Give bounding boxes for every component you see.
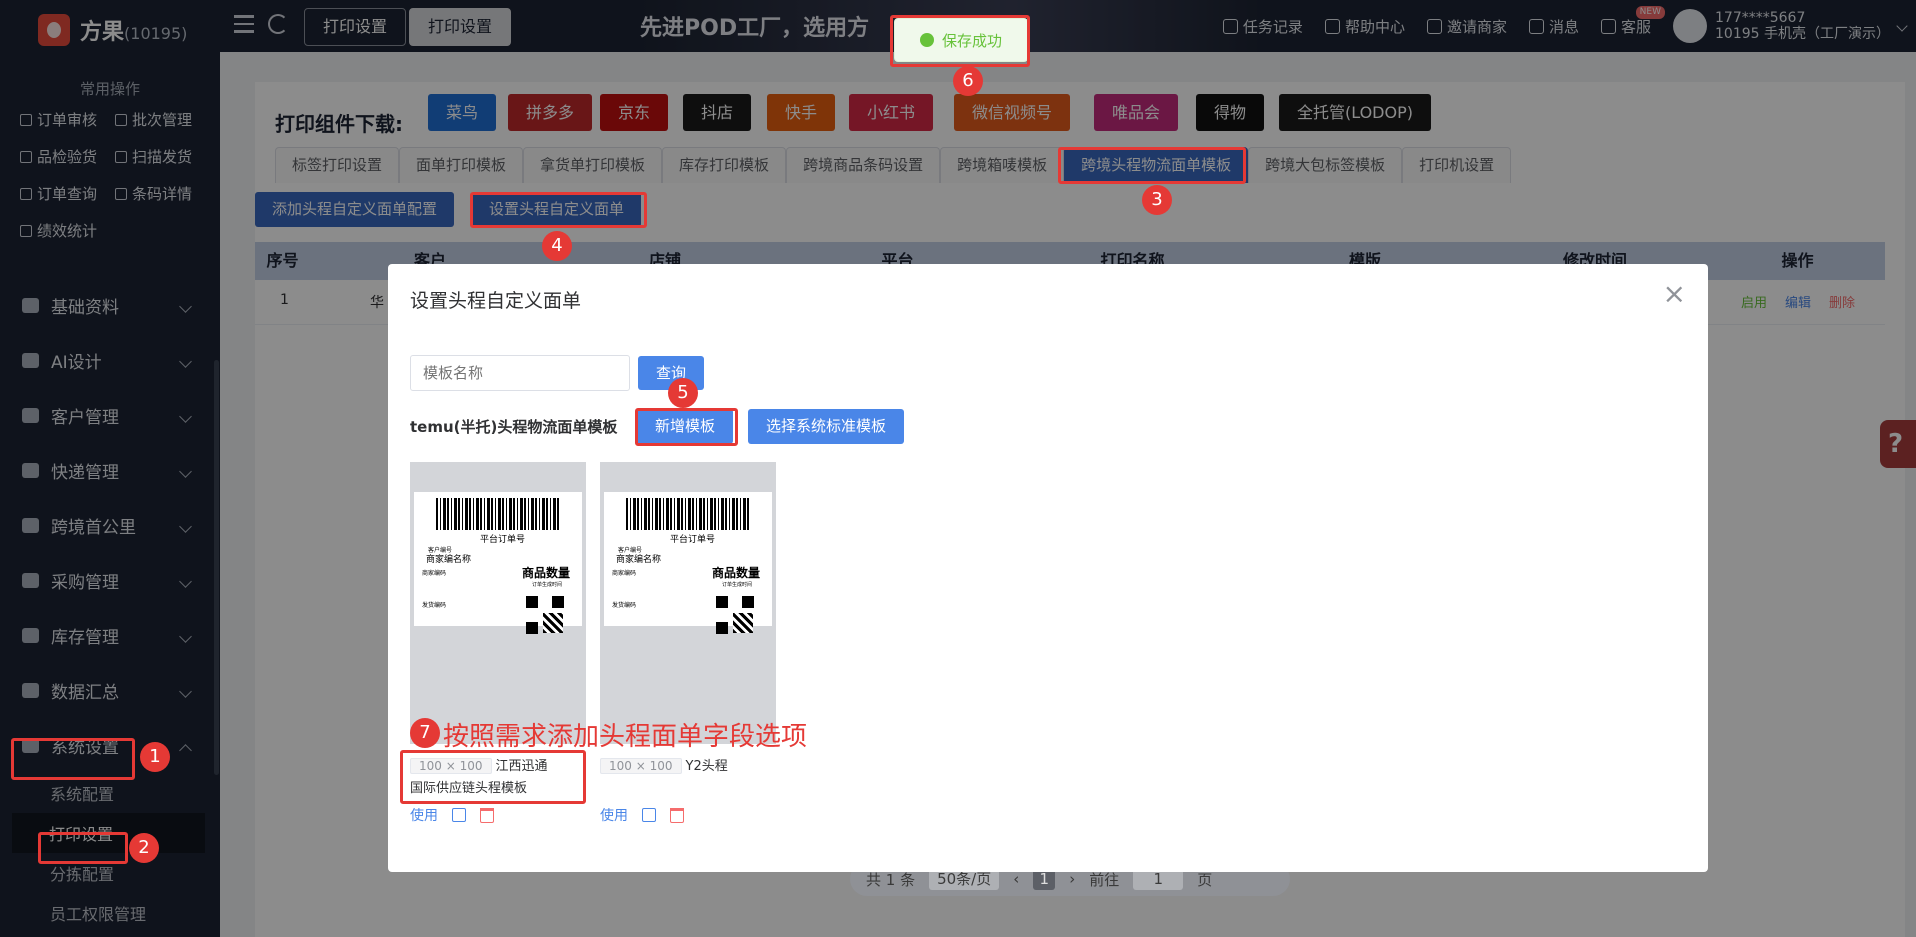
delete-icon[interactable] [480,807,494,823]
step-badge-1: 1 [140,742,170,772]
highlight-set-waybill [470,192,647,228]
copy-icon[interactable] [452,808,466,822]
template-card[interactable]: 平台订单号 客户编号 商家编名称 商家编码 商品数量 订单生成时间 发货编码 [600,462,776,744]
label-preview: 平台订单号 客户编号 商家编名称 商家编码 商品数量 订单生成时间 发货编码 [604,492,772,634]
highlight-print-settings [38,832,128,864]
close-icon[interactable]: × [1663,280,1686,308]
template-meta: 100 × 100 Y2头程 [600,756,750,778]
highlight-toast [890,15,1030,67]
step-badge-2: 2 [129,833,159,863]
prev-page-icon[interactable]: ‹ [1013,870,1019,888]
system-template-button[interactable]: 选择系统标准模板 [748,409,905,444]
template-actions: 使用 [410,805,494,825]
highlight-add-template [635,408,738,446]
template-name: Y2头程 [685,759,728,774]
annotation-note: 按照需求添加头程面单字段选项 [443,722,808,752]
template-section-title: temu(半托)头程物流面单模板 [410,418,618,436]
dialog-title: 设置头程自定义面单 [410,290,582,312]
template-name-input[interactable] [410,355,630,391]
step-badge-5: 5 [668,378,698,408]
delete-icon[interactable] [670,807,684,823]
custom-waybill-dialog: 设置头程自定义面单 × 查询 temu(半托)头程物流面单模板 新增模板 选择系… [388,264,1708,872]
template-actions: 使用 [600,805,684,825]
step-badge-7: 7 [410,718,440,748]
step-badge-4: 4 [542,231,572,261]
use-template-link[interactable]: 使用 [600,805,628,825]
barcode-image [436,498,560,530]
qr-code-image [716,596,754,634]
copy-icon[interactable] [642,808,656,822]
step-badge-3: 3 [1142,185,1172,215]
barcode-image [626,498,750,530]
highlight-template-name [400,750,586,804]
highlight-system-settings [11,738,135,780]
use-template-link[interactable]: 使用 [410,805,438,825]
size-tag: 100 × 100 [600,758,682,774]
next-page-icon[interactable]: › [1069,870,1075,888]
qr-code-image [526,596,564,634]
step-badge-6: 6 [953,66,983,96]
highlight-first-mile-tab [1058,147,1246,184]
label-preview: 平台订单号 客户编号 商家编名称 商家编码 商品数量 订单生成时间 发货编码 [414,492,582,634]
template-card[interactable]: 平台订单号 客户编号 商家编名称 商家编码 商品数量 订单生成时间 发货编码 [410,462,586,744]
